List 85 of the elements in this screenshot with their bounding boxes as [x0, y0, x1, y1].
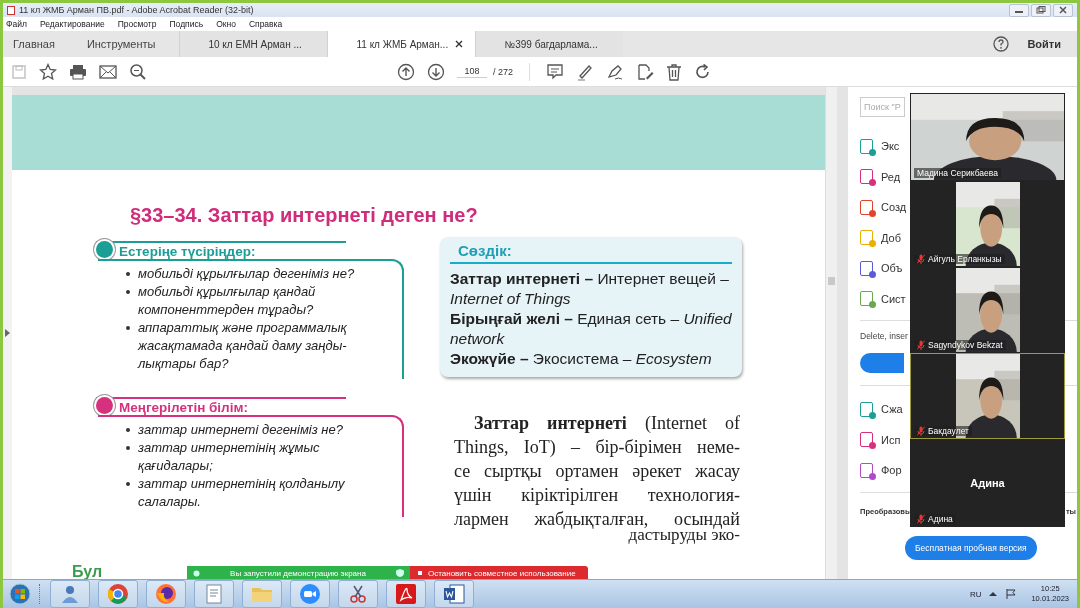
- section-title: Естеріңе түсіріңдер:: [119, 244, 256, 259]
- participant-name: Адина: [928, 514, 953, 524]
- video-call-app-icon[interactable]: [290, 580, 330, 608]
- window-title: 11 кл ЖМБ Арман ПВ.pdf - Adobe Acrobat Reader (32-bit): [19, 5, 255, 15]
- list-item: заттар интернетінің жұмыс қағидалары;: [138, 439, 321, 475]
- glossary-title: Сөздік:: [450, 242, 732, 264]
- list-item: аппараттық және программалық жасақтамада қандай даму заңды-лықтары бар?: [138, 319, 348, 373]
- bullet-icon: [126, 482, 130, 486]
- scrollbar[interactable]: [825, 87, 837, 579]
- glossary-entry: Экожүйе – Экосистема – Ecosystem: [450, 349, 713, 369]
- section-heading: §33–34. Заттар интернеті деген не?: [130, 204, 479, 227]
- video-tile[interactable]: Бакдаулет: [910, 353, 1065, 439]
- list-item: заттар интернеті дегеніміз не?: [138, 421, 343, 439]
- video-tile[interactable]: Мадина Серикбаева: [910, 93, 1065, 181]
- chrome-icon[interactable]: [98, 580, 138, 608]
- tool-item[interactable]: Экс: [860, 131, 900, 162]
- participant-name: Адина: [970, 477, 1005, 489]
- page-number-field[interactable]: 108: [457, 65, 487, 78]
- sign-in-button[interactable]: Войти: [1027, 31, 1077, 57]
- start-button[interactable]: [9, 583, 31, 605]
- firefox-icon[interactable]: [146, 580, 186, 608]
- scissors-icon[interactable]: [338, 580, 378, 608]
- bullet-icon: [126, 290, 130, 294]
- bullet-icon: [126, 326, 130, 330]
- menu-item[interactable]: Просмотр: [117, 19, 157, 29]
- stop-sharing-button[interactable]: Остановить совместное использование: [410, 566, 588, 579]
- list-item: заттар интернетінің қолданылу салалары.: [138, 475, 346, 511]
- minimize-icon[interactable]: [1009, 3, 1029, 17]
- participant-name: Sagyndykov Bekzat: [928, 340, 1003, 350]
- tool-item[interactable]: Сист: [860, 283, 906, 314]
- edit-document-icon[interactable]: [636, 62, 655, 81]
- bullet-icon: [126, 446, 130, 450]
- help-icon[interactable]: [993, 36, 1010, 52]
- arrow-up-icon[interactable]: [397, 62, 415, 81]
- document-tab[interactable]: 11 кл ЖМБ Арман...: [327, 31, 476, 57]
- free-trial-button[interactable]: Бесплатная пробная версия: [905, 535, 1037, 560]
- tool-item[interactable]: Объ: [860, 253, 903, 284]
- trash-icon[interactable]: [666, 62, 683, 81]
- sharing-status-text: Вы запустили демонстрацию экрана: [230, 568, 366, 578]
- tool-item[interactable]: Сжа: [860, 394, 903, 425]
- bullet-icon: [126, 272, 130, 276]
- video-tile[interactable]: Адина Адина: [910, 439, 1065, 527]
- language-indicator[interactable]: RU: [969, 589, 982, 599]
- tool-item[interactable]: Ред: [860, 161, 901, 192]
- tool-item[interactable]: Исп: [860, 424, 901, 455]
- nav-tab[interactable]: Главная: [3, 31, 65, 57]
- restore-icon[interactable]: [1031, 3, 1051, 17]
- tool-item[interactable]: Фор: [860, 455, 902, 486]
- list-item: мобильді құрылғылар қандай компоненттерден тұрады?: [138, 283, 317, 319]
- glossary-entry: Заттар интернеті – Интернет вещей – Internet of Things: [450, 269, 730, 309]
- shield-icon: [396, 569, 404, 577]
- tray-arrow-icon[interactable]: [989, 591, 998, 597]
- glossary-entry: Бірыңғай желі – Единая сеть – Unified network: [450, 309, 732, 349]
- nav-tab[interactable]: Инструменты: [64, 31, 180, 57]
- participant-name: Айгуль Ерланкызы: [928, 254, 1002, 264]
- menu-item[interactable]: Редактирование: [39, 19, 105, 29]
- close-icon[interactable]: [455, 40, 464, 48]
- arrow-down-icon[interactable]: [427, 62, 445, 81]
- bullet-icon: [126, 428, 130, 432]
- hint-text: Delete, inser: [860, 331, 909, 341]
- comment-icon[interactable]: [546, 62, 565, 81]
- participant-name: Мадина Серикбаева: [917, 168, 998, 178]
- action-button[interactable]: [860, 353, 904, 373]
- star-icon[interactable]: [39, 62, 57, 81]
- page-total: / 272: [493, 66, 514, 77]
- list-item: мобильді құрылғылар дегеніміз не?: [138, 265, 355, 283]
- pdf-reader-icon[interactable]: [386, 580, 426, 608]
- body-paragraph: Заттар интернеті (Internet of Things, IoT) – бір-бірімен неме- се сыртқы ортамен әрекет жасау үшін кіріктірілген технология- лармен жабдықталған, осындай: [454, 412, 740, 531]
- acrobat-logo-icon: [7, 5, 15, 15]
- user-folder-icon[interactable]: [50, 580, 90, 608]
- phone-icon: [193, 569, 200, 577]
- tool-item[interactable]: Созд: [860, 192, 907, 223]
- menu-item[interactable]: Справка: [248, 19, 283, 29]
- expand-arrow-icon[interactable]: [5, 329, 10, 337]
- menu-item[interactable]: Файл: [6, 19, 27, 29]
- mail-icon[interactable]: [99, 64, 117, 79]
- word-processor-icon[interactable]: [434, 580, 474, 608]
- search-icon[interactable]: [129, 62, 147, 81]
- tool-item[interactable]: Доб: [860, 222, 901, 253]
- section-title: Меңгерілетін білім:: [119, 400, 248, 415]
- flag-icon[interactable]: [1005, 588, 1018, 600]
- participant-name: Бакдаулет: [928, 426, 969, 436]
- menu-item[interactable]: Окно: [216, 19, 236, 29]
- print-icon[interactable]: [69, 63, 87, 80]
- menu-item[interactable]: Подпись: [169, 19, 204, 29]
